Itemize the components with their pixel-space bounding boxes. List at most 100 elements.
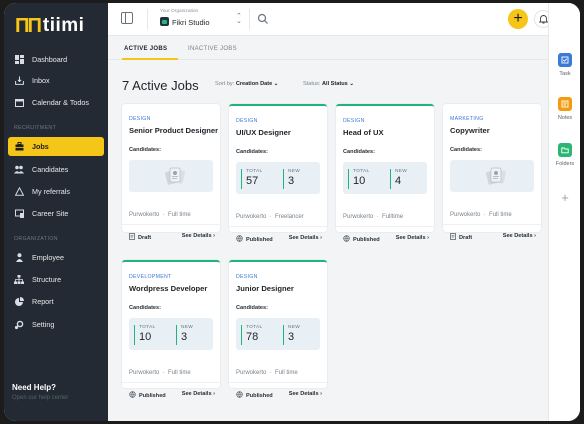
- globe-icon: [129, 391, 136, 400]
- active-tab-indicator: [122, 58, 178, 60]
- status-filter[interactable]: Status: All Status ⌄: [303, 81, 354, 87]
- job-status-label: Published: [246, 392, 273, 399]
- see-details-link[interactable]: See Details ›: [289, 391, 322, 397]
- sidebar-item-employee[interactable]: Employee: [8, 248, 104, 267]
- candidates-label: Candidates:: [129, 305, 162, 311]
- job-meta: Purwokerto · Freelancer: [236, 214, 304, 220]
- chevron-updown-icon[interactable]: ⌃ ⌄: [236, 13, 242, 25]
- org-logo-icon: [160, 17, 169, 26]
- sidebar-item-setting[interactable]: Setting: [8, 315, 104, 334]
- job-location: Purwokerto: [343, 214, 374, 220]
- sidebar-item-label: Dashboard: [32, 55, 68, 64]
- sidebar-item-candidates[interactable]: Candidates: [8, 160, 104, 179]
- search-icon[interactable]: [257, 12, 269, 24]
- tab-active-jobs[interactable]: ACTIVE JOBS: [124, 46, 167, 52]
- job-title[interactable]: Senior Product Designer: [129, 126, 218, 135]
- rp-label: Notes: [557, 115, 573, 121]
- job-type: Fulltime: [382, 214, 404, 220]
- triangle-icon: [14, 187, 24, 197]
- page-title: 7 Active Jobs: [122, 78, 199, 93]
- candidates-box: [450, 160, 534, 192]
- see-details-link[interactable]: See Details ›: [289, 235, 322, 241]
- pie-chart-icon: [14, 297, 24, 307]
- help-center-link[interactable]: Open our help center: [12, 395, 68, 401]
- total-stat: TOTAL 10: [134, 325, 164, 345]
- job-card[interactable]: DESIGN Junior Designer Candidates: TOTAL 78 N…: [229, 260, 327, 399]
- gear-icon: [14, 320, 24, 330]
- card-divider: [122, 382, 220, 383]
- chevron-right-icon: ›: [318, 391, 322, 397]
- job-title[interactable]: Junior Designer: [236, 284, 294, 293]
- see-details-label: See Details: [502, 233, 533, 239]
- tab-inactive-jobs[interactable]: INACTIVE JOBS: [188, 46, 237, 52]
- job-title[interactable]: UI/UX Designer: [236, 128, 291, 137]
- sidebar-item-my-referrals[interactable]: My referrals: [8, 182, 104, 201]
- calendar-icon: [14, 98, 24, 108]
- topbar-divider: [147, 9, 148, 30]
- see-details-link[interactable]: See Details ›: [396, 235, 429, 241]
- total-label: TOTAL: [246, 169, 263, 174]
- briefcase-icon: [14, 142, 24, 152]
- sidebar-item-calendar[interactable]: Calendar & Todos: [8, 93, 104, 112]
- job-card[interactable]: DESIGN UI/UX Designer Candidates: TOTAL 57 NE…: [229, 104, 327, 243]
- sidebar-item-jobs[interactable]: Jobs: [8, 137, 104, 156]
- logo[interactable]: ΠΠ tiimi: [15, 15, 84, 37]
- job-card[interactable]: DESIGN Head of UX Candidates: TOTAL 10 NEW 4 Pu…: [336, 104, 434, 243]
- job-meta: Purwokerto · Full time: [450, 212, 512, 218]
- new-stat: NEW 3: [283, 169, 313, 189]
- candidates-box: TOTAL 10 NEW 4: [343, 162, 427, 194]
- app-window: ΠΠ tiimi Dashboard Inbox Calendar & Todo…: [4, 3, 580, 421]
- main-area: Your Organization Fikri Studio ⌃ ⌄ + ACTI…: [108, 3, 580, 421]
- rp-item-folders[interactable]: Folders: [549, 143, 580, 167]
- job-card[interactable]: MARKETING Copywriter Candidates: Purwokerto…: [443, 104, 541, 241]
- rp-item-task[interactable]: Task: [549, 53, 580, 77]
- new-label: NEW: [181, 325, 194, 330]
- sort-filter[interactable]: Sort by: Creation Date ⌄: [215, 81, 278, 87]
- job-type: Full time: [168, 212, 191, 218]
- sidebar-item-label: Setting: [32, 320, 55, 329]
- job-card[interactable]: DEVELOPMENT Wordpress Developer Candidates…: [122, 260, 220, 399]
- sidebar-item-label: Structure: [32, 275, 62, 284]
- job-title[interactable]: Copywriter: [450, 126, 490, 135]
- job-card[interactable]: DESIGN Senior Product Designer Candidates:…: [122, 104, 220, 241]
- see-details-link[interactable]: See Details ›: [503, 233, 536, 239]
- job-title[interactable]: Wordpress Developer: [129, 284, 207, 293]
- sidebar-item-structure[interactable]: Structure: [8, 270, 104, 289]
- rp-label: Folders: [555, 161, 575, 167]
- sidebar-item-label: Career Site: [32, 209, 69, 218]
- candidates-label: Candidates:: [236, 305, 269, 311]
- job-location: Purwokerto: [236, 214, 267, 220]
- empty-candidates-illustration-icon: [485, 165, 507, 187]
- see-details-label: See Details: [395, 235, 426, 241]
- help-title: Need Help?: [12, 383, 57, 392]
- job-type: Full time: [168, 370, 191, 376]
- see-details-link[interactable]: See Details ›: [182, 233, 215, 239]
- sidebar-item-dashboard[interactable]: Dashboard: [8, 50, 104, 69]
- total-label: TOTAL: [246, 325, 263, 330]
- rp-item-notes[interactable]: Notes: [549, 97, 580, 121]
- candidates-box: TOTAL 57 NEW 3: [236, 162, 320, 194]
- add-button[interactable]: +: [508, 9, 528, 29]
- card-divider: [443, 224, 541, 225]
- sidebar-item-label: Employee: [32, 253, 64, 262]
- sidebar-item-career-site[interactable]: Career Site: [8, 204, 104, 223]
- topbar: Your Organization Fikri Studio ⌃ ⌄ +: [108, 3, 580, 36]
- new-label: NEW: [288, 325, 301, 330]
- sidebar-item-report[interactable]: Report: [8, 292, 104, 311]
- job-department: DESIGN: [236, 118, 258, 124]
- job-meta: Purwokerto · Fulltime: [343, 214, 404, 220]
- logo-text: tiimi: [42, 15, 85, 36]
- job-tabs: ACTIVE JOBS INACTIVE JOBS: [108, 36, 548, 60]
- sidebar-toggle-icon[interactable]: [121, 12, 133, 24]
- globe-icon: [236, 235, 243, 244]
- total-count: 57: [246, 175, 259, 187]
- card-divider: [336, 226, 434, 227]
- see-details-link[interactable]: See Details ›: [182, 391, 215, 397]
- add-panel-button[interactable]: +: [549, 190, 580, 205]
- sidebar-item-inbox[interactable]: Inbox: [8, 71, 104, 90]
- org-name[interactable]: Fikri Studio: [172, 18, 210, 27]
- job-title[interactable]: Head of UX: [343, 128, 384, 137]
- total-count: 78: [246, 331, 259, 343]
- candidates-label: Candidates:: [129, 147, 162, 153]
- total-count: 10: [139, 331, 152, 343]
